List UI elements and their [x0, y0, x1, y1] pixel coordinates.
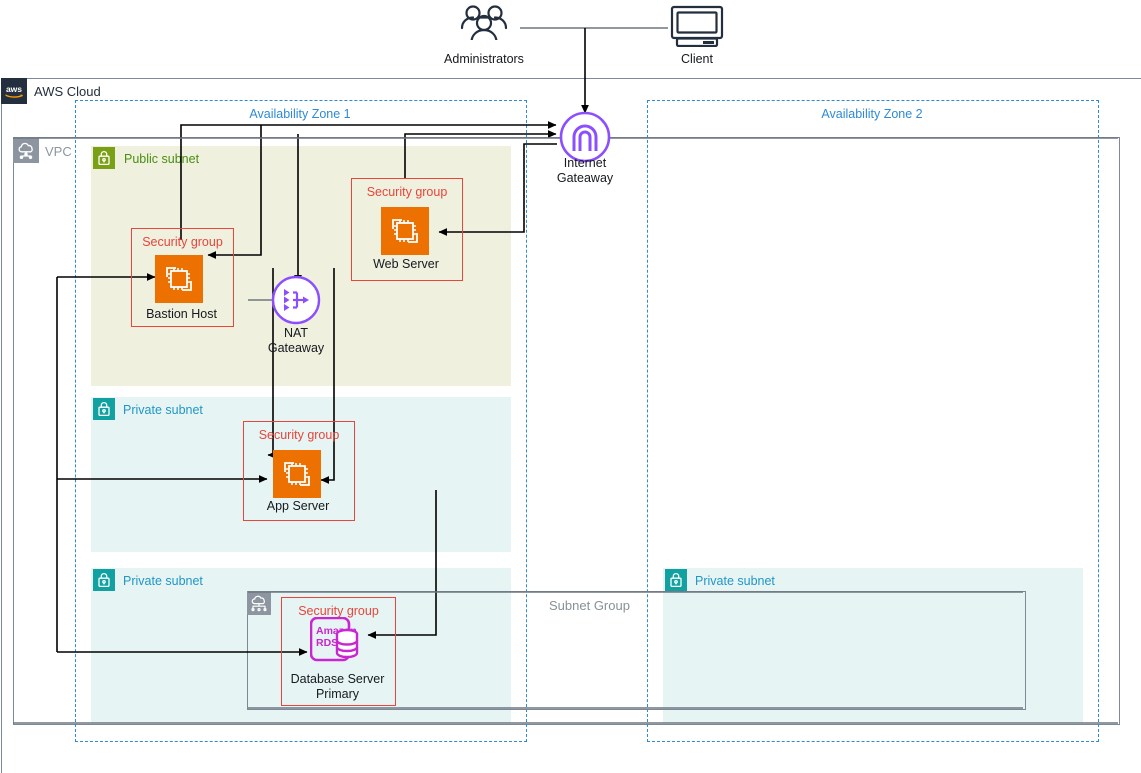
bastion-host-label: Bastion Host [131, 307, 232, 322]
security-group-label: Security group [282, 604, 395, 618]
client-label: Client [637, 52, 757, 67]
public-subnet-lock-icon [93, 147, 115, 169]
nat-gateway-label-line-1: NAT [246, 326, 346, 341]
private-subnet-db-az2-lock-icon [665, 569, 687, 591]
security-group-label: Security group [244, 428, 354, 442]
public-subnet-label: Public subnet [124, 152, 199, 166]
administrators-icon [458, 4, 510, 44]
aws-cloud-label: AWS Cloud [34, 84, 101, 99]
web-server-label: Web Server [351, 257, 461, 272]
nat-gateway-label-line-2: Gateaway [246, 341, 346, 356]
svg-text:RDS: RDS [316, 637, 338, 649]
internet-gateway-label-line-1: Internet [535, 156, 635, 171]
administrators-label: Administrators [424, 52, 544, 67]
security-group-label: Security group [132, 235, 233, 249]
nat-gateway-icon[interactable] [271, 275, 321, 325]
private-subnet-db-az1-label: Private subnet [123, 574, 203, 588]
aws-logo-icon: aws [1, 78, 27, 104]
private-subnet-app-label: Private subnet [123, 403, 203, 417]
app-server-ec2-instance-icon[interactable] [273, 450, 321, 498]
internet-gateway-label-line-2: Gateaway [535, 171, 635, 186]
svg-text:aws: aws [6, 84, 22, 94]
private-subnet-app-lock-icon [93, 398, 115, 420]
vpc-label: VPC [45, 144, 72, 159]
private-subnet-db-az1-lock-icon [93, 569, 115, 591]
bastion-host-ec2-instance-icon[interactable] [155, 255, 203, 303]
security-group-label: Security group [352, 185, 462, 199]
database-server-amazon-rds-icon[interactable]: Amazon RDS [310, 617, 366, 665]
vpc-cloud-icon [13, 137, 39, 163]
availability-zone-1-label: Availability Zone 1 [75, 107, 525, 121]
web-server-ec2-instance-icon[interactable] [381, 207, 429, 255]
client-icon [669, 5, 725, 47]
availability-zone-2-label: Availability Zone 2 [647, 107, 1097, 121]
db-subnet-group-label: Subnet Group [549, 598, 630, 613]
private-subnet-db-az2-label: Private subnet [695, 574, 775, 588]
db-subnet-group-icon [247, 591, 271, 615]
app-server-label: App Server [243, 499, 353, 514]
architecture-diagram-canvas: Administrators Client aws AWS Cloud [0, 0, 1141, 773]
database-server-label-line-2: Primary [281, 687, 394, 702]
database-server-label-line-1: Database Server [281, 672, 394, 687]
